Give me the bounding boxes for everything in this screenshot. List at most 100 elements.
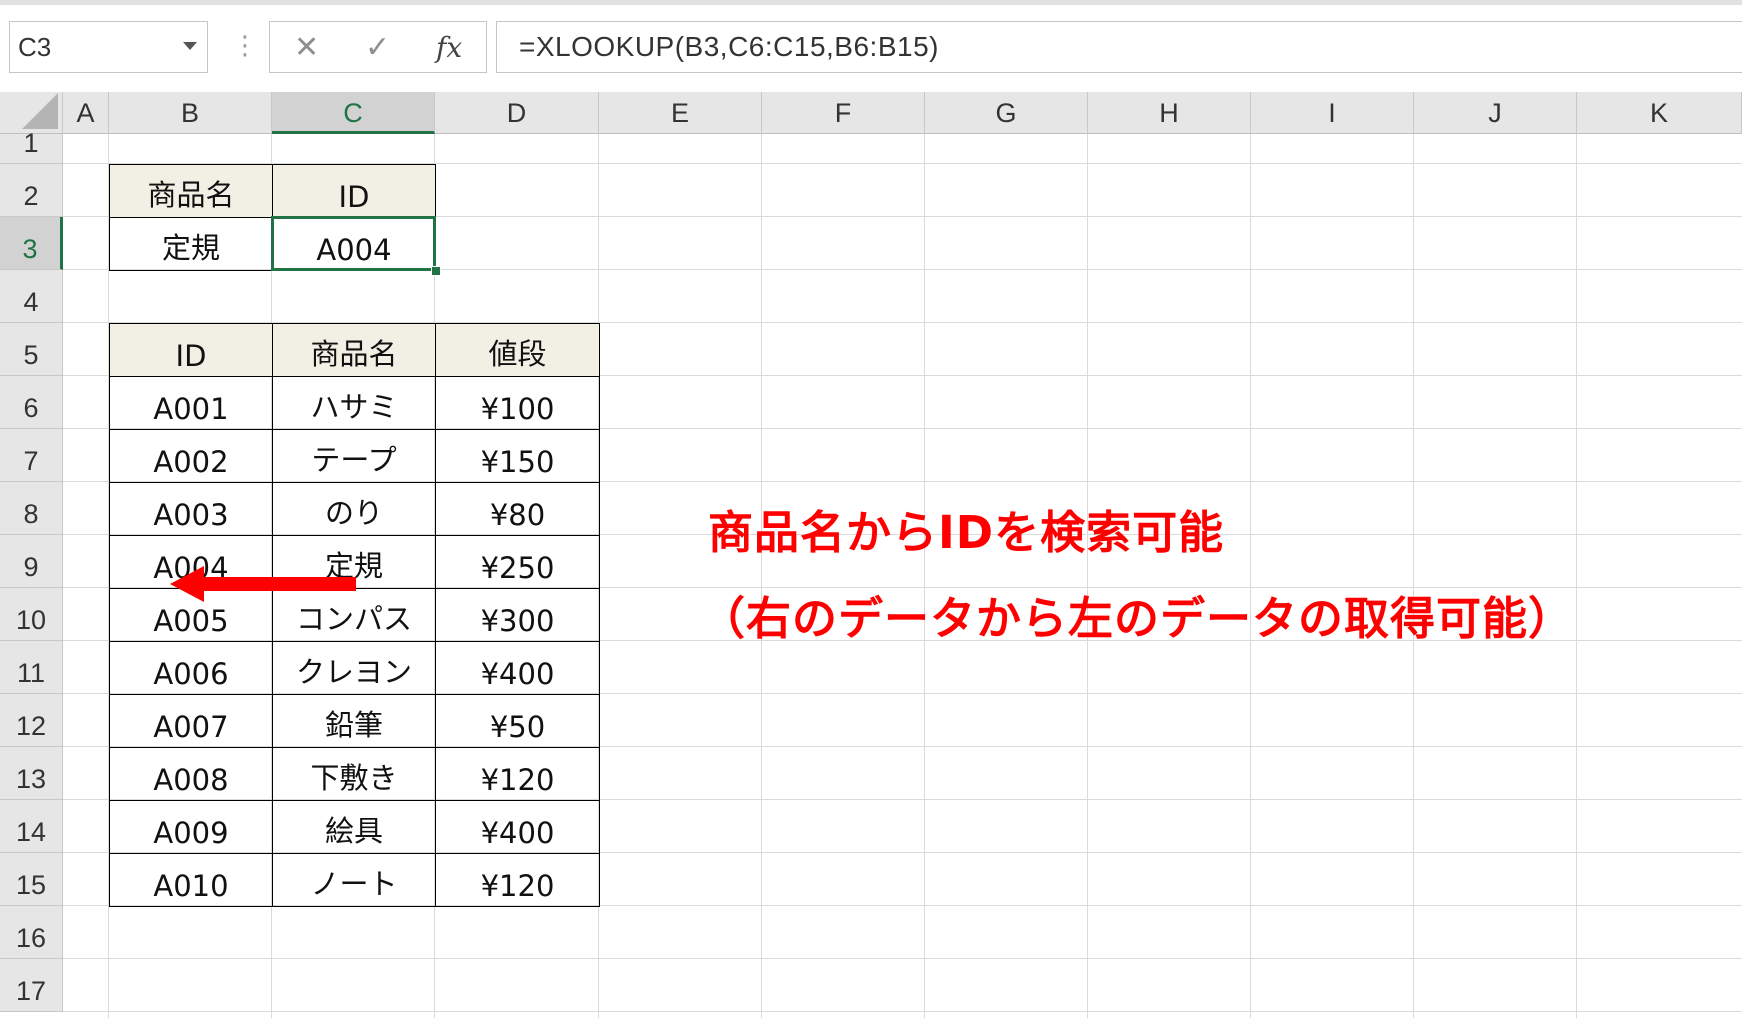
row-header-9[interactable]: 9: [0, 535, 63, 588]
left-arrow-icon: [170, 566, 356, 602]
cancel-icon[interactable]: ✕: [294, 30, 319, 65]
column-header-b[interactable]: B: [109, 92, 272, 134]
row-header-11[interactable]: 11: [0, 641, 63, 694]
row-number: 16: [15, 923, 47, 953]
annotation-line-1: 商品名からIDを検索可能: [708, 506, 1225, 559]
table-cell[interactable]: ¥400: [435, 641, 600, 694]
cell-value: 定規: [161, 231, 220, 265]
table-header-cell[interactable]: ID: [109, 323, 272, 376]
row-header-1[interactable]: 1: [0, 128, 63, 164]
row-header-7[interactable]: 7: [0, 429, 63, 482]
row-number: 11: [16, 658, 46, 688]
column-header-j[interactable]: J: [1414, 92, 1577, 134]
column-header-i[interactable]: I: [1251, 92, 1414, 134]
name-box[interactable]: C3: [9, 21, 208, 73]
table-cell[interactable]: のり: [272, 482, 435, 535]
row-header-12[interactable]: 12: [0, 694, 63, 747]
row-number: 3: [22, 234, 38, 264]
table-cell[interactable]: A007: [109, 694, 272, 747]
cell-value: クレヨン: [295, 655, 412, 689]
column-header-k[interactable]: K: [1577, 92, 1742, 134]
table-header-cell[interactable]: 値段: [435, 323, 600, 376]
table-cell[interactable]: 絵具: [272, 800, 435, 853]
cell-value: ¥250: [480, 551, 555, 585]
table-cell[interactable]: ¥250: [435, 535, 600, 588]
cell-value: ¥150: [480, 445, 555, 479]
table-header-cell[interactable]: 商品名: [272, 323, 435, 376]
cell-value: A006: [153, 657, 229, 691]
table-cell[interactable]: ¥100: [435, 376, 600, 429]
row-header-2[interactable]: 2: [0, 164, 63, 217]
row-header-4[interactable]: 4: [0, 270, 63, 323]
row-header-8[interactable]: 8: [0, 482, 63, 535]
lookup-header-cell[interactable]: 商品名: [109, 164, 272, 217]
table-cell[interactable]: A001: [109, 376, 272, 429]
table-cell[interactable]: A008: [109, 747, 272, 800]
column-header-d[interactable]: D: [435, 92, 599, 134]
cell-value: ¥120: [480, 869, 555, 903]
lookup-value-cell[interactable]: 定規: [109, 217, 272, 271]
cell-value: ハサミ: [310, 390, 398, 424]
row-number: 7: [23, 446, 39, 476]
table-cell[interactable]: ¥80: [435, 482, 600, 535]
table-cell[interactable]: クレヨン: [272, 641, 435, 694]
row-number: 15: [15, 870, 47, 900]
cell-value: ¥100: [480, 392, 555, 426]
table-cell[interactable]: テープ: [272, 429, 435, 482]
column-header-f[interactable]: F: [762, 92, 925, 134]
grid-column-line: [761, 134, 762, 1018]
formula-input[interactable]: =XLOOKUP(B3,C6:C15,B6:B15): [496, 21, 1742, 73]
column-header-e[interactable]: E: [599, 92, 762, 134]
row-header-10[interactable]: 10: [0, 588, 63, 641]
row-number: 13: [15, 764, 47, 794]
column-header-c[interactable]: C: [272, 92, 435, 134]
grid-column-line: [1413, 134, 1414, 1018]
cell-value: 値段: [488, 337, 547, 371]
column-header-a[interactable]: A: [63, 92, 109, 134]
table-cell[interactable]: ノート: [272, 853, 435, 907]
table-cell[interactable]: A009: [109, 800, 272, 853]
table-cell[interactable]: 下敷き: [272, 747, 435, 800]
chevron-down-icon[interactable]: [183, 42, 197, 50]
table-cell[interactable]: ¥150: [435, 429, 600, 482]
cell-value: A005: [153, 604, 229, 638]
row-header-15[interactable]: 15: [0, 853, 63, 906]
table-cell[interactable]: ¥120: [435, 853, 600, 907]
row-number: 17: [15, 976, 47, 1006]
table-cell[interactable]: ¥300: [435, 588, 600, 641]
table-cell[interactable]: A010: [109, 853, 272, 907]
table-cell[interactable]: A003: [109, 482, 272, 535]
table-cell[interactable]: 鉛筆: [272, 694, 435, 747]
row-header-6[interactable]: 6: [0, 376, 63, 429]
column-header-h[interactable]: H: [1088, 92, 1251, 134]
row-number: 8: [23, 499, 39, 529]
table-cell[interactable]: A002: [109, 429, 272, 482]
table-cell[interactable]: ハサミ: [272, 376, 435, 429]
row-number: 10: [15, 605, 47, 635]
grid-column-line: [1576, 134, 1577, 1018]
row-header-13[interactable]: 13: [0, 747, 63, 800]
row-header-5[interactable]: 5: [0, 323, 63, 376]
result-cell[interactable]: A004: [272, 217, 436, 271]
column-header-g[interactable]: G: [925, 92, 1088, 134]
fill-handle[interactable]: [431, 266, 441, 276]
row-number: 6: [23, 393, 39, 423]
table-cell[interactable]: ¥120: [435, 747, 600, 800]
cell-value: ¥400: [480, 816, 555, 850]
row-header-16[interactable]: 16: [0, 906, 63, 959]
insert-function-icon[interactable]: fx: [436, 31, 462, 64]
enter-icon[interactable]: ✓: [365, 30, 390, 65]
table-cell[interactable]: ¥400: [435, 800, 600, 853]
cell-value: A004: [316, 233, 392, 267]
grid-row-line: [63, 1011, 1742, 1012]
cell-value: テープ: [311, 443, 397, 477]
row-number: 12: [15, 711, 47, 741]
cell-value: のり: [324, 496, 383, 530]
table-cell[interactable]: A006: [109, 641, 272, 694]
table-cell[interactable]: ¥50: [435, 694, 600, 747]
row-header-3[interactable]: 3: [0, 217, 63, 270]
lookup-header-cell[interactable]: ID: [272, 164, 436, 217]
row-header-17[interactable]: 17: [0, 959, 63, 1012]
row-header-14[interactable]: 14: [0, 800, 63, 853]
row-number: 1: [23, 128, 39, 158]
